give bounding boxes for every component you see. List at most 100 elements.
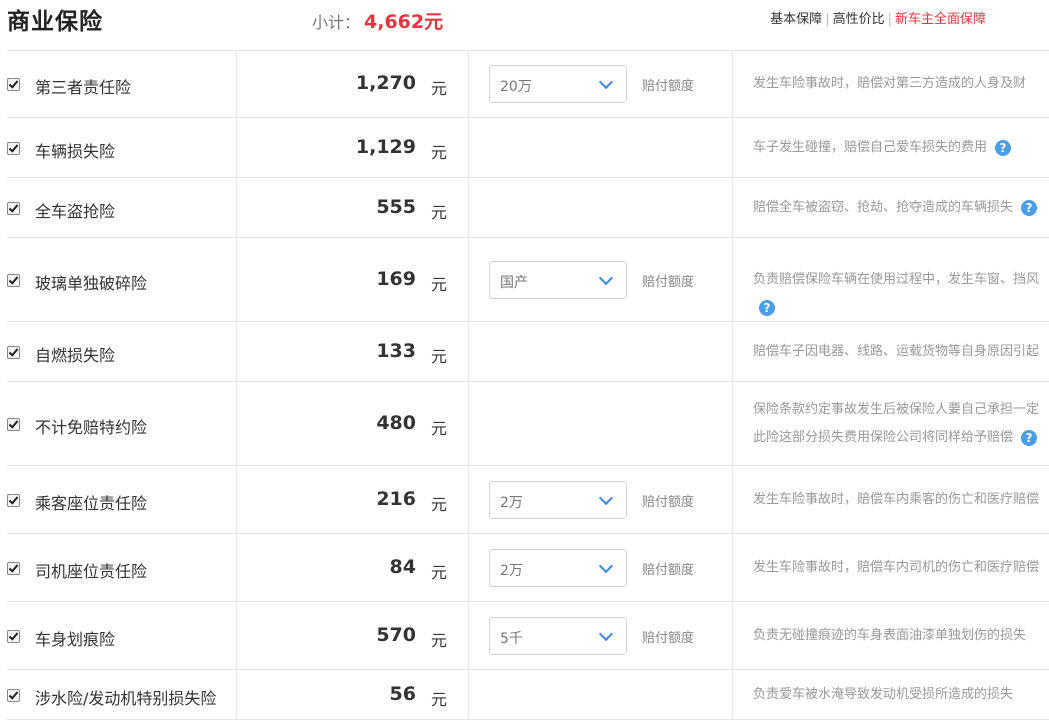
- plan-tabs: 基本保障 | 高性价比 | 新车主全面保障: [770, 8, 986, 27]
- currency-unit: 元: [431, 203, 448, 222]
- select-checkbox[interactable]: [7, 78, 20, 91]
- insurance-name: 不计免赔特约险: [35, 418, 148, 437]
- table-row: 第三者责任险 1,270 元 20万 赔付额度 发生车险事故时，赔偿对第三方造成的人身及财: [7, 51, 1049, 118]
- price-cell: 1,270 元: [237, 51, 469, 117]
- insurance-name-cell: 玻璃单独破碎险: [7, 238, 237, 321]
- chevron-down-icon: [598, 558, 614, 574]
- help-icon[interactable]: ?: [759, 299, 775, 316]
- insurance-description: 发生车险事故时，赔偿车内乘客的伤亡和医疗赔偿: [753, 486, 1039, 514]
- insurance-description: 保险条款约定事故发生后被保险人要自己承担一定 此险这部分损失费用保险公司将同样给予…: [753, 396, 1039, 452]
- insurance-name: 玻璃单独破碎险: [35, 274, 148, 293]
- coverage-select[interactable]: 国产: [489, 261, 627, 299]
- select-checkbox[interactable]: [7, 142, 20, 155]
- insurance-name-cell: 涉水险/发动机特别损失险: [7, 670, 237, 719]
- description-cell: 赔偿全车被盗窃、抢劫、抢夺造成的车辆损失?: [733, 178, 1049, 237]
- coverage-select-value: 国产: [500, 275, 528, 291]
- select-checkbox[interactable]: [7, 689, 20, 702]
- description-line: 保险条款约定事故发生后被保险人要自己承担一定: [753, 402, 1040, 417]
- price-cell: 216 元: [237, 466, 469, 533]
- insurance-description: 负责爱车被水淹导致发动机受损所造成的损失: [753, 681, 1013, 709]
- description-line: 赔偿全车被盗窃、抢劫、抢夺造成的车辆损失: [753, 200, 1014, 215]
- description-line: 负责无碰撞痕迹的车身表面油漆单独划伤的损失: [753, 628, 1027, 643]
- insurance-name: 全车盗抢险: [35, 202, 116, 221]
- currency-unit: 元: [431, 631, 448, 650]
- tab-separator: |: [825, 12, 830, 27]
- price-cell: 555 元: [237, 178, 469, 237]
- coverage-select[interactable]: 20万: [489, 65, 627, 103]
- insurance-name-cell: 乘客座位责任险: [7, 466, 237, 533]
- select-checkbox[interactable]: [7, 274, 20, 287]
- insurance-name: 车辆损失险: [35, 142, 116, 161]
- tab-basic[interactable]: 基本保障: [770, 12, 822, 27]
- description-line: 负责爱车被水淹导致发动机受损所造成的损失: [753, 687, 1014, 702]
- insurance-description: 赔偿车子因电器、线路、运载货物等自身原因引起: [753, 338, 1039, 366]
- select-checkbox[interactable]: [7, 202, 20, 215]
- description-cell: 赔偿车子因电器、线路、运载货物等自身原因引起: [733, 322, 1049, 381]
- table-row: 自燃损失险 133 元 赔偿车子因电器、线路、运载货物等自身原因引起: [7, 322, 1049, 382]
- coverage-option-cell: [469, 118, 733, 177]
- premium-amount: 1,129: [355, 136, 416, 158]
- premium-amount: 84: [389, 556, 416, 578]
- premium-amount: 1,270: [355, 72, 416, 94]
- table-row: 玻璃单独破碎险 169 元 国产 赔付额度 负责赔偿保险车辆在使用过程中，发生车窗、挡风?: [7, 238, 1049, 322]
- insurance-table: 第三者责任险 1,270 元 20万 赔付额度 发生车险事故时，赔偿对第三方造成的人身及财…: [0, 51, 1049, 720]
- select-checkbox[interactable]: [7, 494, 20, 507]
- table-row: 不计免赔特约险 480 元 保险条款约定事故发生后被保险人要自己承担一定 此险这部分损失…: [7, 382, 1049, 466]
- coverage-select[interactable]: 5千: [489, 617, 627, 655]
- premium-amount: 216: [376, 488, 416, 510]
- table-row: 乘客座位责任险 216 元 2万 赔付额度 发生车险事故时，赔偿车内乘客的伤亡和医疗赔偿: [7, 466, 1049, 534]
- tab-separator: |: [887, 12, 892, 27]
- premium-amount: 480: [376, 412, 416, 434]
- description-cell: 车子发生碰撞，赔偿自己爱车损失的费用?: [733, 118, 1049, 177]
- select-checkbox[interactable]: [7, 346, 20, 359]
- premium-amount: 555: [376, 196, 416, 218]
- select-checkbox[interactable]: [7, 418, 20, 431]
- table-row: 车身划痕险 570 元 5千 赔付额度 负责无碰撞痕迹的车身表面油漆单独划伤的损失: [7, 602, 1049, 670]
- insurance-name: 涉水险/发动机特别损失险: [35, 689, 217, 708]
- price-cell: 84 元: [237, 534, 469, 601]
- coverage-option-cell: 5千 赔付额度: [469, 602, 733, 669]
- currency-unit: 元: [431, 275, 448, 294]
- select-checkbox[interactable]: [7, 562, 20, 575]
- coverage-option-cell: 2万 赔付额度: [469, 534, 733, 601]
- coverage-option-cell: 20万 赔付额度: [469, 51, 733, 117]
- description-line: 此险这部分损失费用保险公司将同样给予赔偿: [753, 430, 1014, 445]
- description-line: 发生车险事故时，赔偿车内司机的伤亡和医疗赔偿: [753, 560, 1040, 575]
- coverage-select[interactable]: 2万: [489, 481, 627, 519]
- tab-new-owner[interactable]: 新车主全面保障: [895, 12, 986, 27]
- table-row: 车辆损失险 1,129 元 车子发生碰撞，赔偿自己爱车损失的费用?: [7, 118, 1049, 178]
- insurance-description: 负责赔偿保险车辆在使用过程中，发生车窗、挡风?: [753, 266, 1039, 321]
- tab-value[interactable]: 高性价比: [833, 12, 885, 27]
- insurance-description: 发生车险事故时，赔偿车内司机的伤亡和医疗赔偿: [753, 554, 1039, 582]
- description-line: 负责赔偿保险车辆在使用过程中，发生车窗、挡风: [753, 272, 1040, 287]
- insurance-name: 自燃损失险: [35, 346, 116, 365]
- price-cell: 133 元: [237, 322, 469, 381]
- select-checkbox[interactable]: [7, 630, 20, 643]
- coverage-option-cell: [469, 322, 733, 381]
- subtotal-amount: 4,662元: [364, 11, 444, 33]
- description-line: 发生车险事故时，赔偿车内乘客的伤亡和医疗赔偿: [753, 492, 1040, 507]
- help-icon[interactable]: ?: [1021, 429, 1038, 446]
- subtotal: 小计： 4,662元: [312, 7, 443, 34]
- coverage-label: 赔付额度: [642, 631, 695, 646]
- insurance-name: 司机座位责任险: [35, 562, 148, 581]
- description-line: 车子发生碰撞，赔偿自己爱车损失的费用: [753, 140, 988, 155]
- description-cell: 发生车险事故时，赔偿车内乘客的伤亡和医疗赔偿: [733, 466, 1049, 533]
- price-cell: 480 元: [237, 382, 469, 465]
- insurance-description: 车子发生碰撞，赔偿自己爱车损失的费用?: [753, 134, 1012, 162]
- coverage-select[interactable]: 2万: [489, 549, 627, 587]
- currency-unit: 元: [431, 495, 448, 514]
- coverage-option-cell: [469, 670, 733, 719]
- insurance-name-cell: 车辆损失险: [7, 118, 237, 177]
- help-icon[interactable]: ?: [1021, 199, 1038, 216]
- price-cell: 169 元: [237, 238, 469, 321]
- insurance-name-cell: 自燃损失险: [7, 322, 237, 381]
- currency-unit: 元: [431, 347, 448, 366]
- coverage-select-value: 20万: [500, 79, 532, 95]
- description-cell: 发生车险事故时，赔偿车内司机的伤亡和医疗赔偿: [733, 534, 1049, 601]
- premium-amount: 570: [376, 624, 416, 646]
- coverage-select-value: 2万: [500, 495, 523, 511]
- premium-amount: 56: [389, 683, 416, 705]
- chevron-down-icon: [598, 74, 614, 90]
- help-icon[interactable]: ?: [995, 139, 1012, 156]
